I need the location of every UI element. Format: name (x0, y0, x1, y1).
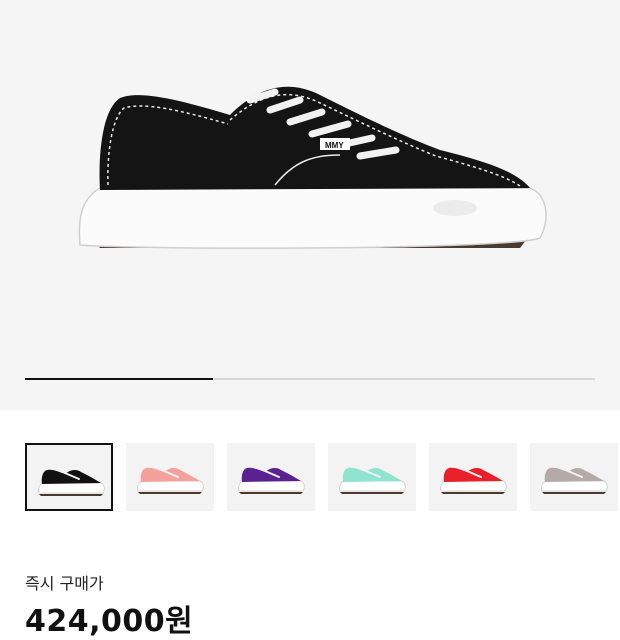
color-thumbnail-purple[interactable] (227, 443, 315, 511)
thumbnail-shoe-image (38, 469, 105, 496)
thumbnail-shoe-image (339, 467, 406, 494)
thumbnail-shoe-image (137, 467, 204, 494)
color-thumbnail-black[interactable] (25, 443, 113, 511)
carousel-progress-track (25, 378, 595, 380)
color-thumbnail-grey[interactable] (530, 443, 618, 511)
color-thumbnail-mint[interactable] (328, 443, 416, 511)
color-thumbnail-red[interactable] (429, 443, 517, 511)
color-thumbnail-list (25, 443, 620, 511)
main-product-image: MMY (78, 86, 547, 249)
thumbnail-shoe-image (440, 467, 507, 494)
carousel-progress-indicator (25, 378, 214, 380)
product-image-carousel[interactable]: MMY (0, 0, 620, 410)
price: 424,000원 (25, 604, 194, 639)
price-label: 즉시 구매가 (25, 574, 104, 593)
color-thumbnail-pink[interactable] (126, 443, 214, 511)
thumbnail-shoe-image (238, 467, 305, 494)
thumbnail-shoe-image (541, 467, 608, 494)
shoe-brand-tag: MMY (325, 141, 344, 150)
